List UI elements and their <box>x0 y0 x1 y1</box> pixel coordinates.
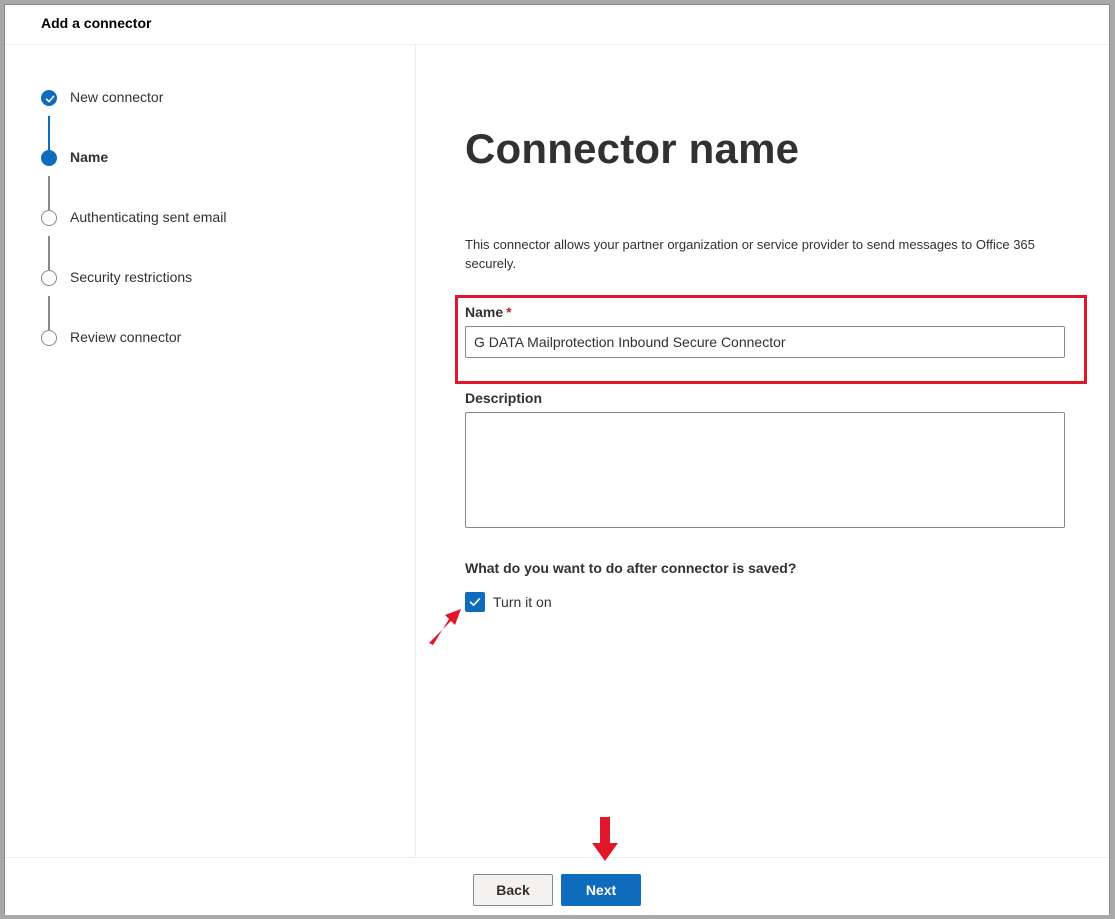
turn-it-on-label[interactable]: Turn it on <box>493 594 552 610</box>
page-title: Connector name <box>465 125 800 172</box>
connector-name-form: Connector name This connector allows you… <box>417 45 1111 857</box>
checkmark-icon <box>45 95 55 103</box>
step-pending-indicator <box>41 210 57 226</box>
step-label: Name <box>70 149 109 165</box>
step-pending-indicator <box>41 270 57 286</box>
step-current-indicator <box>41 150 57 166</box>
required-asterisk: * <box>506 304 512 320</box>
description-field-label: Description <box>465 390 543 406</box>
next-button[interactable]: Next <box>561 874 641 906</box>
step-label: New connector <box>70 89 164 105</box>
description-textarea[interactable] <box>465 412 1065 528</box>
step-pending-indicator <box>41 330 57 346</box>
annotation-arrow-icon <box>592 817 618 861</box>
step-connector-line <box>48 236 50 270</box>
step-label: Security restrictions <box>70 269 193 285</box>
step-completed-indicator <box>41 90 57 106</box>
window-header: Add a connector <box>5 5 1109 45</box>
step-connector-line <box>48 296 50 330</box>
name-label-text: Name <box>465 304 504 320</box>
name-field-label: Name * <box>465 304 512 320</box>
step-label: Authenticating sent email <box>70 209 227 225</box>
window-title: Add a connector <box>41 15 152 31</box>
add-connector-window: Add a connector New connector Name Authe… <box>4 4 1111 915</box>
annotation-arrow-icon <box>429 609 461 645</box>
step-connector-line <box>48 116 50 150</box>
back-button[interactable]: Back <box>473 874 553 906</box>
checkmark-icon <box>469 598 481 606</box>
after-save-question: What do you want to do after connector i… <box>465 560 797 576</box>
step-label: Review connector <box>70 329 182 345</box>
step-connector-line <box>48 176 50 210</box>
wizard-steps-panel: New connector Name Authenticating sent e… <box>5 45 416 857</box>
page-description: This connector allows your partner organ… <box>465 237 1035 271</box>
turn-it-on-checkbox[interactable] <box>465 592 485 612</box>
wizard-footer: Back Next <box>5 857 1109 915</box>
name-input[interactable] <box>465 326 1065 358</box>
